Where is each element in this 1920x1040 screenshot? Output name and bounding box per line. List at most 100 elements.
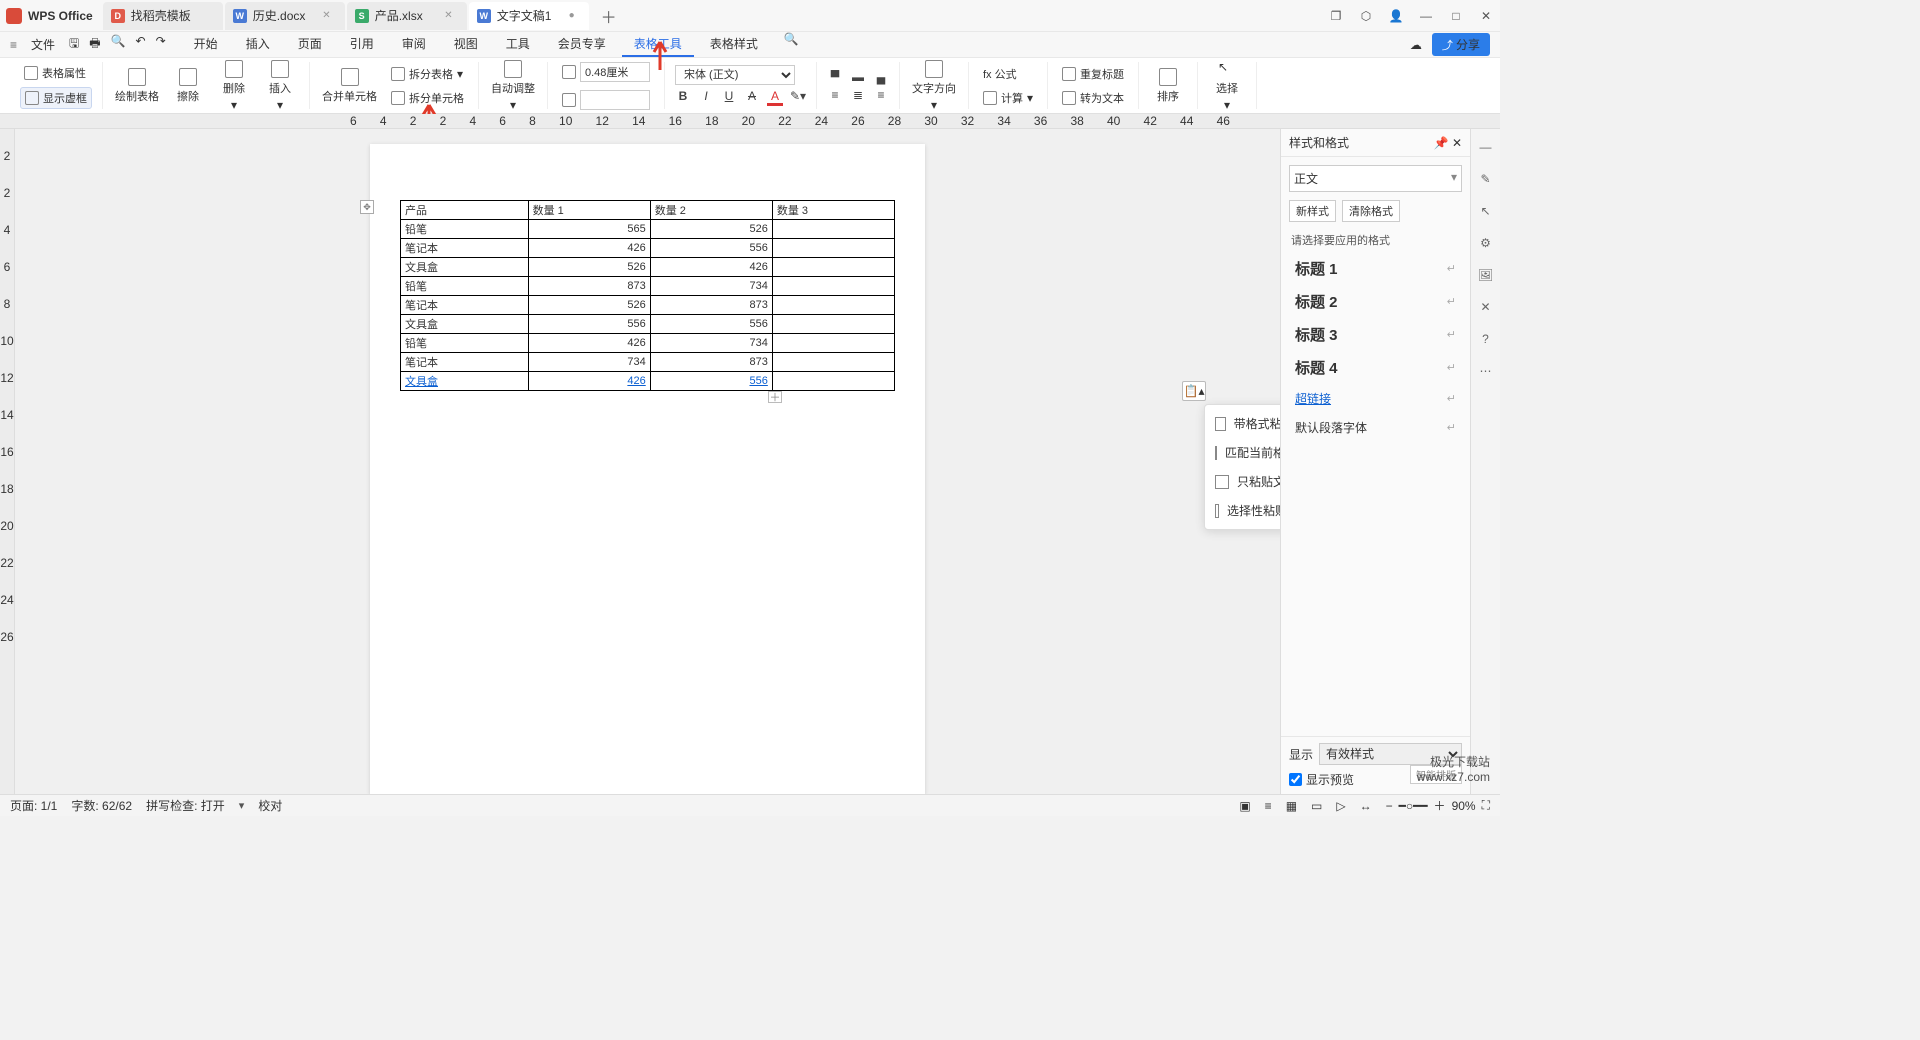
settings-icon[interactable]: ⚙ [1478, 235, 1494, 251]
paste-match-format[interactable]: 匹配当前格式(M) [1205, 438, 1280, 467]
document-table[interactable]: 产品数量 1数量 2数量 3铅笔565526笔记本426556文具盒526426… [400, 200, 895, 391]
table-cell[interactable]: 734 [650, 334, 772, 353]
table-cell[interactable]: 文具盒 [401, 372, 529, 391]
table-cell[interactable]: 笔记本 [401, 353, 529, 372]
search-icon[interactable]: 🔍 [784, 32, 799, 57]
view-read-icon[interactable]: ▭ [1311, 799, 1322, 813]
view-page-icon[interactable]: ▣ [1239, 799, 1250, 813]
table-cell[interactable]: 873 [650, 296, 772, 315]
table-cell[interactable]: 873 [650, 353, 772, 372]
style-item[interactable]: 标题 3↵ [1285, 318, 1466, 351]
tab-history-doc[interactable]: W历史.docx✕ [225, 2, 345, 30]
table-cell[interactable] [772, 220, 894, 239]
align-right-button[interactable]: ≡ [873, 88, 889, 102]
fullscreen-icon[interactable]: ⛶ [1482, 798, 1490, 813]
select-tool-icon[interactable]: ↖ [1478, 203, 1494, 219]
style-item[interactable]: 标题 2↵ [1285, 285, 1466, 318]
align-mid-button[interactable]: ▬ [850, 70, 866, 84]
align-bot-button[interactable]: ▄ [873, 70, 889, 84]
table-properties-button[interactable]: 表格属性 [20, 63, 92, 83]
table-cell[interactable] [772, 372, 894, 391]
col-width-input[interactable] [558, 88, 654, 112]
new-tab-button[interactable]: ＋ [597, 4, 621, 28]
table-cell[interactable]: 426 [528, 372, 650, 391]
table-row[interactable]: 文具盒526426 [401, 258, 895, 277]
zoom-value[interactable]: 90% [1452, 799, 1476, 813]
font-color-button[interactable]: A [767, 89, 783, 106]
redo-icon[interactable]: ↷ [156, 34, 166, 55]
close-icon[interactable]: ● [569, 10, 575, 21]
table-cell[interactable]: 426 [650, 258, 772, 277]
auto-fit-button[interactable]: 自动调整▾ [489, 58, 537, 114]
italic-button[interactable]: I [698, 89, 714, 106]
multiwindow-icon[interactable]: ❐ [1328, 8, 1344, 24]
close-icon[interactable]: ✕ [322, 10, 330, 21]
table-cell[interactable] [772, 277, 894, 296]
style-item[interactable]: 默认段落字体↵ [1285, 413, 1466, 442]
show-border-button[interactable]: 显示虚框 [20, 87, 92, 109]
table-cell[interactable]: 426 [528, 239, 650, 258]
delete-button[interactable]: 删除▾ [215, 58, 253, 114]
tools-icon[interactable]: ✕ [1478, 299, 1494, 315]
style-item[interactable]: 超链接↵ [1285, 384, 1466, 413]
highlight-button[interactable]: ✎▾ [790, 89, 806, 106]
table-cell[interactable]: 笔记本 [401, 296, 529, 315]
bold-button[interactable]: B [675, 89, 691, 106]
more-icon[interactable]: ⋯ [1478, 363, 1494, 379]
table-row[interactable]: 铅笔426734 [401, 334, 895, 353]
table-cell[interactable]: 铅笔 [401, 277, 529, 296]
table-header[interactable]: 数量 2 [650, 201, 772, 220]
table-row[interactable]: 文具盒426556 [401, 372, 895, 391]
page-indicator[interactable]: 页面: 1/1 [10, 797, 57, 814]
repeat-header-button[interactable]: 重复标题 [1058, 64, 1128, 84]
table-cell[interactable]: 734 [528, 353, 650, 372]
close-icon[interactable]: ✕ [444, 10, 452, 21]
help-icon[interactable]: ? [1478, 331, 1494, 347]
paste-special[interactable]: 选择性粘贴(S)... [1205, 496, 1280, 525]
table-cell[interactable]: 笔记本 [401, 239, 529, 258]
share-button[interactable]: ⤴ 分享 [1432, 33, 1490, 56]
avatar-icon[interactable]: 👤 [1388, 8, 1404, 24]
new-style-button[interactable]: 新样式 [1289, 200, 1336, 222]
table-cell[interactable] [772, 239, 894, 258]
table-header[interactable]: 产品 [401, 201, 529, 220]
menu-page[interactable]: 页面 [286, 32, 334, 57]
select-button[interactable]: ↖选择▾ [1208, 58, 1246, 114]
paste-with-format[interactable]: 带格式粘贴(W) [1205, 409, 1280, 438]
current-style-select[interactable]: 正文▾ [1289, 165, 1462, 192]
proofread-status[interactable]: 校对 [258, 797, 282, 814]
file-menu[interactable]: 文件 [25, 34, 61, 55]
view-web-icon[interactable]: ▦ [1286, 799, 1297, 813]
table-cell[interactable]: 426 [528, 334, 650, 353]
table-row[interactable]: 笔记本526873 [401, 296, 895, 315]
table-row[interactable]: 文具盒556556 [401, 315, 895, 334]
image-tool-icon[interactable]: 🖼 [1478, 267, 1494, 283]
split-table-button[interactable]: 拆分表格▾ [387, 64, 468, 84]
menu-reference[interactable]: 引用 [338, 32, 386, 57]
preview-icon[interactable]: 🔍 [111, 34, 126, 55]
strike-button[interactable]: A [744, 89, 760, 106]
menu-review[interactable]: 审阅 [390, 32, 438, 57]
table-cell[interactable]: 铅笔 [401, 220, 529, 239]
cloud-icon[interactable]: ☁ [1410, 38, 1422, 52]
collapse-rail-icon[interactable]: — [1478, 139, 1494, 155]
word-count[interactable]: 字数: 62/62 [71, 797, 132, 814]
paste-text-only[interactable]: 只粘贴文本(T) [1205, 467, 1280, 496]
minimize-button[interactable]: — [1418, 8, 1434, 24]
table-header[interactable]: 数量 3 [772, 201, 894, 220]
draw-table-button[interactable]: 绘制表格 [113, 66, 161, 106]
table-cell[interactable] [772, 315, 894, 334]
insert-button[interactable]: 插入▾ [261, 58, 299, 114]
pin-icon[interactable]: 📌 [1434, 136, 1449, 150]
row-height-input[interactable] [558, 60, 654, 84]
font-family-select[interactable]: 宋体 (正文) [675, 65, 795, 85]
play-icon[interactable]: ▷ [1336, 799, 1345, 813]
tab-product-xlsx[interactable]: S产品.xlsx✕ [347, 2, 467, 30]
clear-format-button[interactable]: 清除格式 [1342, 200, 1400, 222]
table-cell[interactable]: 文具盒 [401, 315, 529, 334]
sort-button[interactable]: 排序 [1149, 66, 1187, 106]
table-cell[interactable]: 铅笔 [401, 334, 529, 353]
menu-view[interactable]: 视图 [442, 32, 490, 57]
close-panel-icon[interactable]: ✕ [1452, 136, 1462, 150]
zoom-in-button[interactable]: ＋ [1434, 797, 1446, 814]
